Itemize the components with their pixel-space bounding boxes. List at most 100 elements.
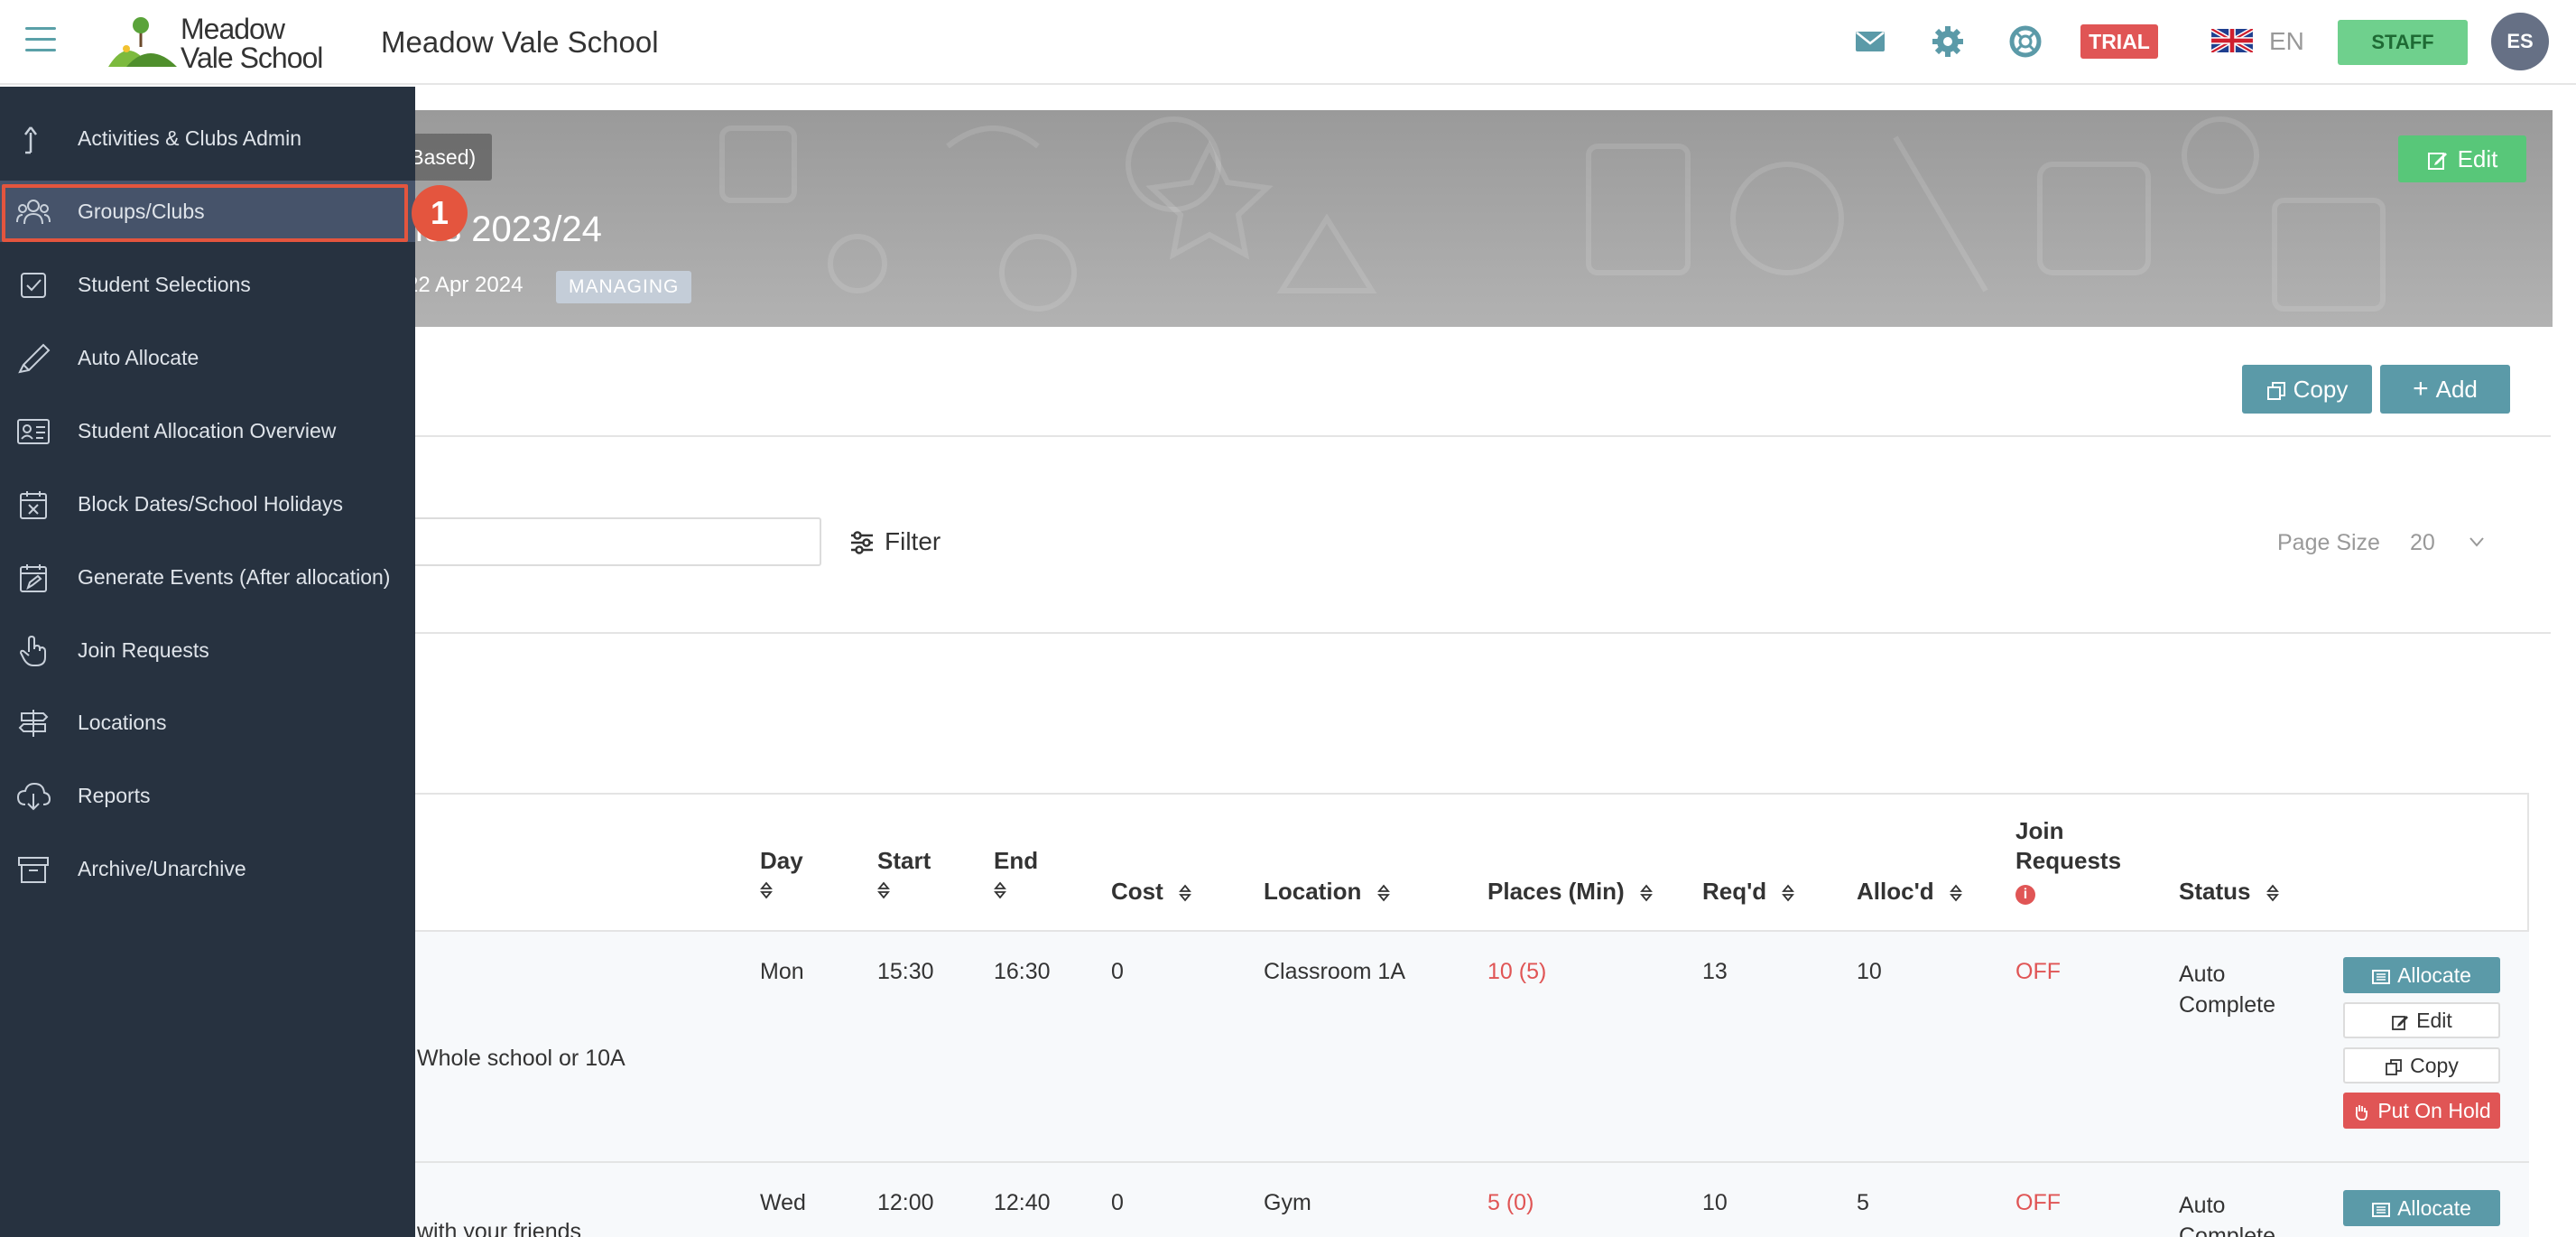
sort-icon — [994, 881, 1006, 899]
row-cost: 0 — [1111, 959, 1124, 984]
filter-label: Filter — [885, 527, 941, 555]
pencil-icon — [18, 343, 51, 374]
logo-text: Meadow Vale School — [181, 13, 323, 74]
chevron-down-icon[interactable] — [2468, 533, 2486, 551]
sidebar-item-label: Activities & Clubs Admin — [78, 126, 301, 150]
row-join-status: OFF — [2015, 1190, 2061, 1215]
sort-icon — [760, 881, 773, 899]
calendar-edit-icon — [20, 564, 47, 592]
row-places: 5 (0) — [1487, 1190, 1534, 1215]
id-card-icon — [17, 419, 50, 444]
column-header-join-requests[interactable]: Join Requests i — [2015, 816, 2121, 906]
arrow-up-icon — [24, 126, 37, 154]
sidebar-item-join-requests[interactable]: Join Requests — [0, 619, 415, 681]
sidebar-item-generate-events[interactable]: Generate Events (After allocation) — [0, 546, 415, 608]
sidebar-item-label: Join Requests — [78, 638, 209, 662]
highlight-annotation — [2, 184, 408, 242]
sidebar-item-label: Generate Events (After allocation) — [78, 565, 391, 589]
column-header-status[interactable]: Status — [2179, 878, 2279, 906]
user-avatar[interactable]: ES — [2491, 13, 2549, 70]
row-start: 15:30 — [877, 959, 934, 984]
row-places: 10 (5) — [1487, 959, 1547, 984]
top-bar: Meadow Vale School Meadow Vale School TR… — [0, 0, 2576, 85]
page-title: Meadow Vale School — [381, 25, 659, 59]
column-header-allocd[interactable]: Alloc'd — [1857, 878, 1962, 906]
banner-edit-label: Edit — [2457, 145, 2498, 172]
add-button[interactable]: + Add — [2380, 365, 2510, 414]
filter-button[interactable]: Filter — [851, 527, 941, 556]
language-selector[interactable]: EN — [2269, 27, 2304, 56]
sort-icon — [1640, 884, 1653, 902]
admin-sidebar: Activities & Clubs Admin Groups/Clubs St… — [0, 87, 415, 1237]
column-header-reqd[interactable]: Req'd — [1702, 878, 1795, 906]
hand-stop-icon — [2356, 1104, 2368, 1121]
sidebar-item-archive-unarchive[interactable]: Archive/Unarchive — [0, 838, 415, 899]
trial-badge: TRIAL — [2080, 24, 2158, 59]
sidebar-item-label: Archive/Unarchive — [78, 857, 246, 880]
uk-flag-icon[interactable] — [2211, 29, 2253, 52]
copy-button[interactable]: Copy — [2242, 365, 2372, 414]
step-number-badge: 1 — [412, 185, 468, 241]
edit-icon — [2392, 1015, 2409, 1030]
sidebar-item-label: Student Allocation Overview — [78, 419, 337, 442]
sidebar-item-locations[interactable]: Locations — [0, 692, 415, 753]
row-end: 16:30 — [994, 959, 1051, 984]
sidebar-item-block-dates[interactable]: Block Dates/School Holidays — [0, 473, 415, 535]
plus-icon: + — [2413, 374, 2429, 404]
column-header-start[interactable]: Start — [877, 847, 931, 903]
sidebar-item-label: Block Dates/School Holidays — [78, 492, 344, 516]
sidebar-item-label: Auto Allocate — [78, 346, 199, 369]
banner-edit-button[interactable]: Edit — [2398, 135, 2526, 182]
sort-icon — [1376, 884, 1390, 902]
archive-icon — [18, 857, 49, 883]
row-day: Wed — [760, 1190, 806, 1215]
sidebar-item-student-allocation-overview[interactable]: Student Allocation Overview — [0, 400, 415, 461]
allocate-button[interactable]: Allocate — [2343, 957, 2500, 993]
column-header-day[interactable]: Day — [760, 847, 803, 903]
gear-icon[interactable] — [1930, 23, 1966, 60]
sort-icon — [1782, 884, 1795, 902]
checkbox-icon — [21, 273, 46, 298]
hamburger-menu-icon[interactable] — [25, 27, 56, 54]
page-size-select[interactable]: 20 — [2410, 530, 2435, 556]
sidebar-item-activities-clubs-admin[interactable]: Activities & Clubs Admin — [0, 107, 415, 169]
column-header-location[interactable]: Location — [1264, 878, 1390, 906]
signpost-icon — [18, 710, 49, 737]
help-lifebuoy-icon[interactable] — [2007, 23, 2043, 60]
row-allocd: 5 — [1857, 1190, 1869, 1215]
row-day: Mon — [760, 959, 804, 984]
sidebar-item-student-selections[interactable]: Student Selections — [0, 254, 415, 315]
info-icon[interactable]: i — [2015, 885, 2035, 905]
sort-icon — [877, 881, 890, 899]
managing-badge: MANAGING — [556, 271, 692, 303]
staff-role-button[interactable]: STAFF — [2338, 20, 2468, 65]
row-start: 12:00 — [877, 1190, 934, 1215]
page-size-label: Page Size — [2277, 530, 2380, 555]
column-header-end[interactable]: End — [994, 847, 1038, 903]
filter-sliders-icon — [851, 531, 873, 554]
put-on-hold-button[interactable]: Put On Hold — [2343, 1093, 2500, 1129]
sidebar-item-reports[interactable]: Reports — [0, 765, 415, 826]
sort-icon — [1949, 884, 1962, 902]
row-reqd: 10 — [1702, 1190, 1728, 1215]
sort-icon — [2266, 884, 2279, 902]
sidebar-item-auto-allocate[interactable]: Auto Allocate — [0, 327, 415, 388]
list-icon — [2372, 969, 2391, 984]
mail-icon[interactable] — [1852, 23, 1888, 60]
row-end: 12:40 — [994, 1190, 1051, 1215]
hand-icon — [19, 636, 46, 666]
calendar-x-icon — [20, 491, 47, 519]
row-location: Classroom 1A — [1264, 959, 1405, 984]
edit-icon — [2427, 153, 2447, 171]
row-edit-button[interactable]: Edit — [2343, 1002, 2500, 1038]
column-header-cost[interactable]: Cost — [1111, 878, 1191, 906]
school-logo[interactable]: Meadow Vale School — [108, 13, 325, 72]
copy-icon — [2386, 1059, 2403, 1075]
allocate-button[interactable]: Allocate — [2343, 1190, 2500, 1226]
row-copy-button[interactable]: Copy — [2343, 1047, 2500, 1084]
column-header-places[interactable]: Places (Min) — [1487, 878, 1653, 906]
sidebar-item-label: Locations — [78, 711, 167, 734]
cloud-download-icon — [16, 782, 51, 811]
sidebar-item-label: Student Selections — [78, 273, 251, 296]
row-join-status: OFF — [2015, 959, 2061, 984]
